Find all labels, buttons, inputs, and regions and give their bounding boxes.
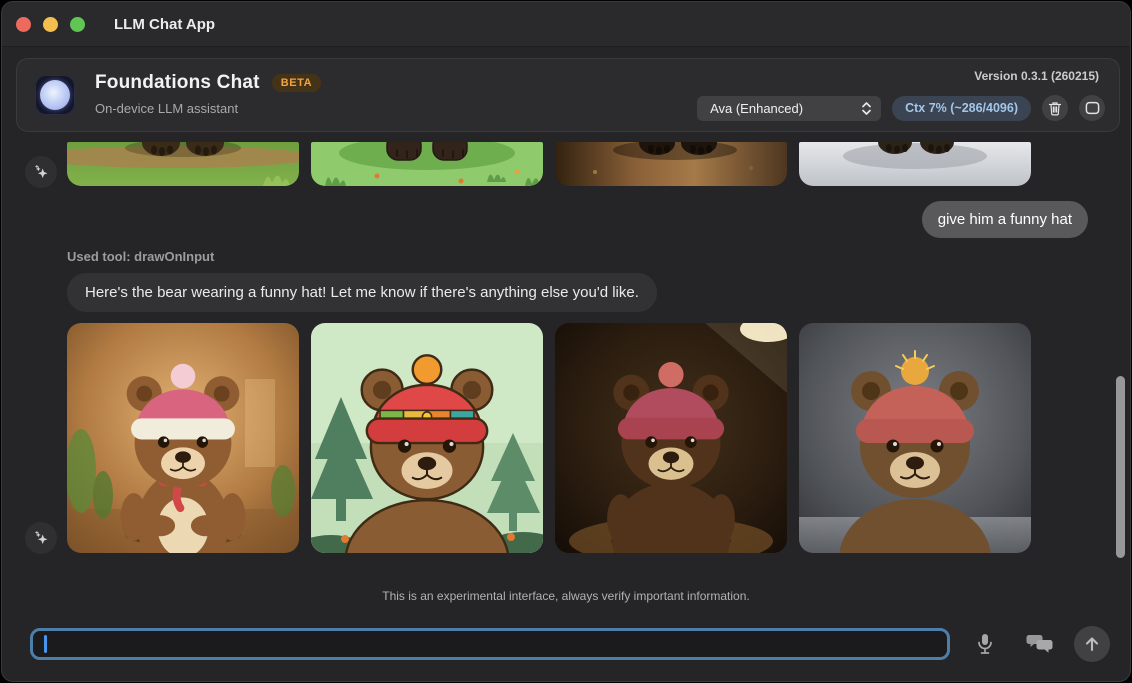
version-label: Version 0.3.1 (260215) — [974, 69, 1099, 83]
close-window-button[interactable] — [16, 17, 31, 32]
header: Foundations Chat BETA On-device LLM assi… — [16, 58, 1120, 132]
app-name: Foundations Chat — [95, 72, 260, 94]
window-icon — [1085, 101, 1100, 115]
chat-scroll-area[interactable]: give him a funny hat Used tool: drawOnIn… — [2, 133, 1130, 582]
chat-bubbles-icon — [1025, 632, 1055, 656]
scrollbar-thumb[interactable] — [1116, 376, 1125, 558]
microphone-icon — [975, 632, 995, 656]
app-logo-icon — [35, 75, 75, 115]
bear-dirt-moody[interactable] — [555, 142, 787, 186]
bear-hat-spotlight[interactable] — [555, 323, 787, 553]
new-window-button[interactable] — [1079, 95, 1105, 121]
app-subtitle: On-device LLM assistant — [95, 101, 238, 116]
arrow-up-icon — [1083, 635, 1101, 653]
app-window: LLM Chat App Foundations Chat BETA On-de… — [1, 1, 1131, 682]
beta-badge: BETA — [272, 74, 322, 92]
clear-chat-button[interactable] — [1042, 95, 1068, 121]
sparkle-icon — [32, 163, 51, 182]
bear-cartoon-grass[interactable] — [311, 142, 543, 186]
titlebar[interactable]: LLM Chat App — [2, 2, 1130, 47]
chevron-up-down-icon — [860, 101, 873, 116]
bear-hat-cute-3d[interactable] — [67, 323, 299, 553]
text-caret — [44, 635, 47, 653]
model-selector[interactable]: Ava (Enhanced) — [697, 96, 881, 121]
window-title: LLM Chat App — [114, 16, 215, 33]
message-input[interactable] — [45, 633, 929, 657]
sparkle-icon — [32, 529, 51, 548]
trash-icon — [1048, 101, 1062, 116]
zoom-window-button[interactable] — [70, 17, 85, 32]
assistant-sparkle-button[interactable] — [25, 156, 57, 188]
minimize-window-button[interactable] — [43, 17, 58, 32]
voice-input-button[interactable] — [967, 626, 1003, 662]
bear-studio-floor[interactable] — [799, 142, 1031, 186]
assistant-message-bubble: Here's the bear wearing a funny hat! Let… — [67, 273, 657, 312]
traffic-lights — [16, 17, 85, 32]
user-message-bubble: give him a funny hat — [922, 201, 1088, 238]
message-input-wrap[interactable] — [30, 628, 950, 660]
tool-usage-note: Used tool: drawOnInput — [67, 249, 214, 264]
bear-lawn-3d[interactable] — [67, 142, 299, 186]
model-selector-value: Ava (Enhanced) — [710, 101, 803, 116]
context-usage-badge: Ctx 7% (~286/4096) — [892, 96, 1031, 121]
conversations-button[interactable] — [1018, 626, 1062, 662]
send-button[interactable] — [1074, 626, 1110, 662]
bear-hat-cartoon[interactable] — [311, 323, 543, 553]
image-grid-cropped — [67, 142, 1031, 186]
image-grid-results — [67, 323, 1031, 553]
disclaimer-text: This is an experimental interface, alway… — [2, 589, 1130, 603]
assistant-sparkle-button[interactable] — [25, 522, 57, 554]
bear-hat-studio[interactable] — [799, 323, 1031, 553]
